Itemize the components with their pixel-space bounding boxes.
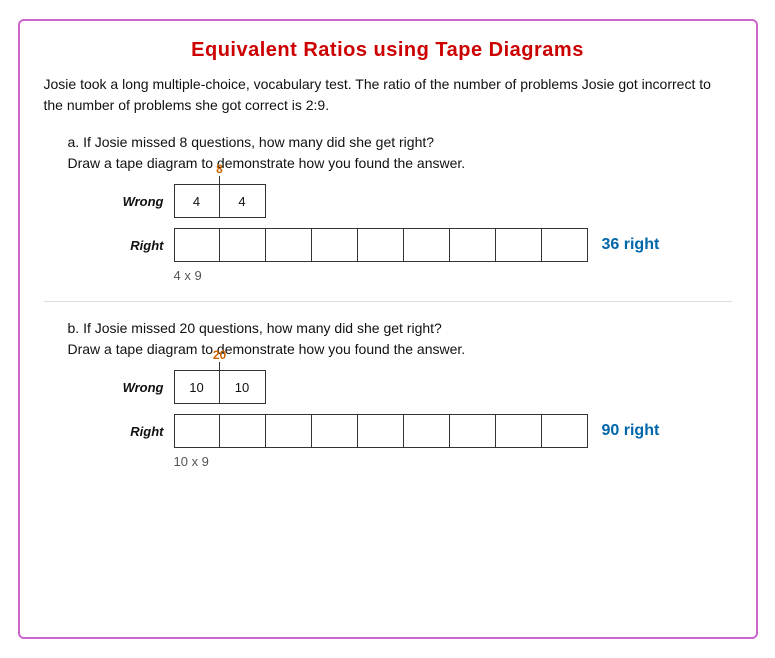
part-a-wrong-row: Wrong 8 4 4	[104, 184, 266, 218]
part-b-wrong-box-1: 10	[174, 370, 220, 404]
part-b-brace-tick	[219, 362, 220, 370]
page-title: Equivalent Ratios using Tape Diagrams	[44, 39, 732, 62]
part-b-right-row: Right 90 right	[104, 414, 660, 448]
part-a-line1: a. If Josie missed 8 questions, how many…	[68, 134, 435, 150]
part-a-right-box-1	[174, 228, 220, 262]
part-a-diagram: Wrong 8 4 4 Right	[104, 184, 732, 283]
part-b-right-box-2	[220, 414, 266, 448]
part-a-brace-num: 8	[174, 162, 266, 176]
part-b-wrong-row: Wrong 20 10 10	[104, 370, 266, 404]
part-b-formula: 10 x 9	[174, 454, 209, 469]
part-b-question: b. If Josie missed 20 questions, how man…	[68, 318, 732, 360]
part-b-answer: 90 right	[602, 422, 660, 440]
part-b-brace-num: 20	[174, 348, 266, 362]
part-a-right-box-9	[542, 228, 588, 262]
part-a-brace-tick	[219, 176, 220, 184]
part-a-right-box-6	[404, 228, 450, 262]
part-b-right-box-4	[312, 414, 358, 448]
part-b: b. If Josie missed 20 questions, how man…	[44, 318, 732, 469]
part-a-brace: 8	[174, 162, 266, 184]
part-b-formula-row: 10 x 9	[174, 450, 209, 469]
part-b-wrong-boxes: 10 10	[174, 370, 266, 404]
part-b-wrong-box-2: 10	[220, 370, 266, 404]
part-a-right-row: Right 36 right	[104, 228, 660, 262]
part-a-right-box-3	[266, 228, 312, 262]
part-b-line1: b. If Josie missed 20 questions, how man…	[68, 320, 442, 336]
part-a-question: a. If Josie missed 8 questions, how many…	[68, 132, 732, 174]
divider	[44, 301, 732, 302]
part-a-wrong-boxes: 4 4	[174, 184, 266, 218]
part-b-right-box-6	[404, 414, 450, 448]
part-a-right-box-5	[358, 228, 404, 262]
part-b-right-box-8	[496, 414, 542, 448]
part-b-right-box-1	[174, 414, 220, 448]
part-a-right-label: Right	[104, 238, 164, 253]
part-a-answer: 36 right	[602, 236, 660, 254]
part-b-wrong-label: Wrong	[104, 380, 164, 395]
part-a-right-box-4	[312, 228, 358, 262]
part-a-wrong-wrapper: 8 4 4	[174, 184, 266, 218]
part-a-wrong-label: Wrong	[104, 194, 164, 209]
part-b-right-boxes	[174, 414, 588, 448]
part-a-wrong-box-2: 4	[220, 184, 266, 218]
part-a: a. If Josie missed 8 questions, how many…	[44, 132, 732, 283]
part-b-right-box-7	[450, 414, 496, 448]
part-b-right-box-3	[266, 414, 312, 448]
part-b-wrong-wrapper: 20 10 10	[174, 370, 266, 404]
part-a-right-box-2	[220, 228, 266, 262]
part-a-formula: 4 x 9	[174, 268, 202, 283]
part-b-right-box-9	[542, 414, 588, 448]
part-b-right-label: Right	[104, 424, 164, 439]
main-card: Equivalent Ratios using Tape Diagrams Jo…	[18, 19, 758, 639]
part-a-wrong-box-1: 4	[174, 184, 220, 218]
part-b-right-box-5	[358, 414, 404, 448]
part-a-line2: Draw a tape diagram to demonstrate how y…	[68, 155, 466, 171]
part-a-right-box-8	[496, 228, 542, 262]
part-a-right-boxes	[174, 228, 588, 262]
part-a-formula-row: 4 x 9	[174, 264, 202, 283]
part-b-line2: Draw a tape diagram to demonstrate how y…	[68, 341, 466, 357]
part-a-right-box-7	[450, 228, 496, 262]
part-b-brace: 20	[174, 348, 266, 370]
part-b-diagram: Wrong 20 10 10 Right	[104, 370, 732, 469]
intro-text: Josie took a long multiple-choice, vocab…	[44, 74, 732, 116]
